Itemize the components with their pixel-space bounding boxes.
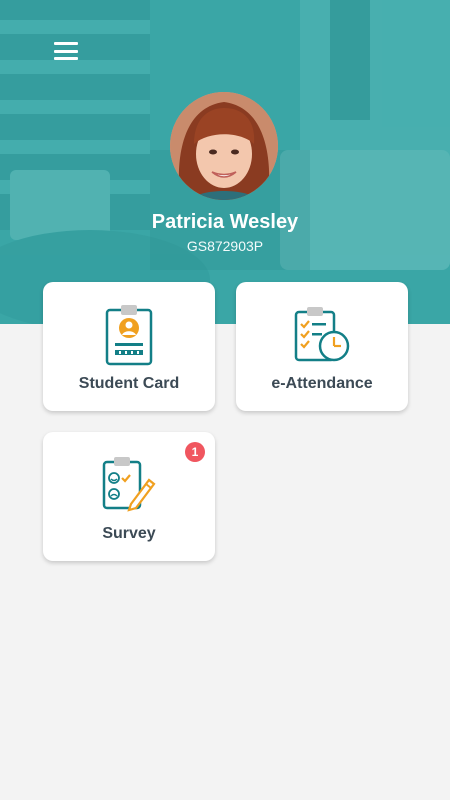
card-label: Student Card bbox=[78, 375, 180, 392]
student-card-button[interactable]: Student Card bbox=[43, 282, 215, 411]
survey-button[interactable]: 1 Survey bbox=[43, 432, 215, 561]
notification-badge: 1 bbox=[185, 442, 205, 462]
profile-header: Patricia Wesley GS872903P bbox=[0, 0, 450, 324]
hamburger-menu-icon[interactable] bbox=[54, 40, 78, 62]
avatar bbox=[170, 92, 278, 200]
student-id: GS872903P bbox=[186, 238, 264, 254]
e-attendance-button[interactable]: e-Attendance bbox=[236, 282, 408, 411]
card-label: Survey bbox=[102, 525, 156, 542]
card-label: e-Attendance bbox=[271, 375, 373, 392]
survey-icon bbox=[102, 457, 156, 512]
student-card-icon bbox=[105, 305, 153, 366]
student-name: Patricia Wesley bbox=[151, 211, 299, 233]
attendance-icon bbox=[294, 307, 350, 362]
